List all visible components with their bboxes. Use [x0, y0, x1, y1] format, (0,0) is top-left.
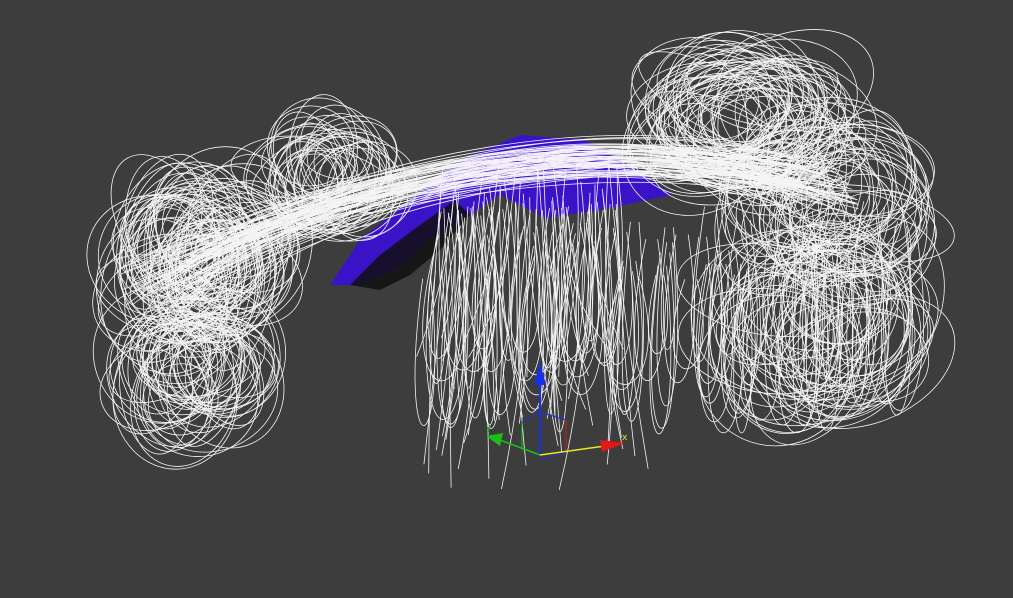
viewport-scene[interactable]: x y	[0, 0, 1013, 598]
hair-guide-strands[interactable]	[68, 5, 975, 490]
gizmo-x-axis[interactable]	[539, 445, 606, 456]
3d-viewport[interactable]: x y	[0, 0, 1013, 598]
gizmo-y-label: y	[486, 423, 492, 433]
gizmo-x-label: x	[622, 433, 628, 443]
gizmo-y-axis[interactable]	[499, 439, 541, 456]
